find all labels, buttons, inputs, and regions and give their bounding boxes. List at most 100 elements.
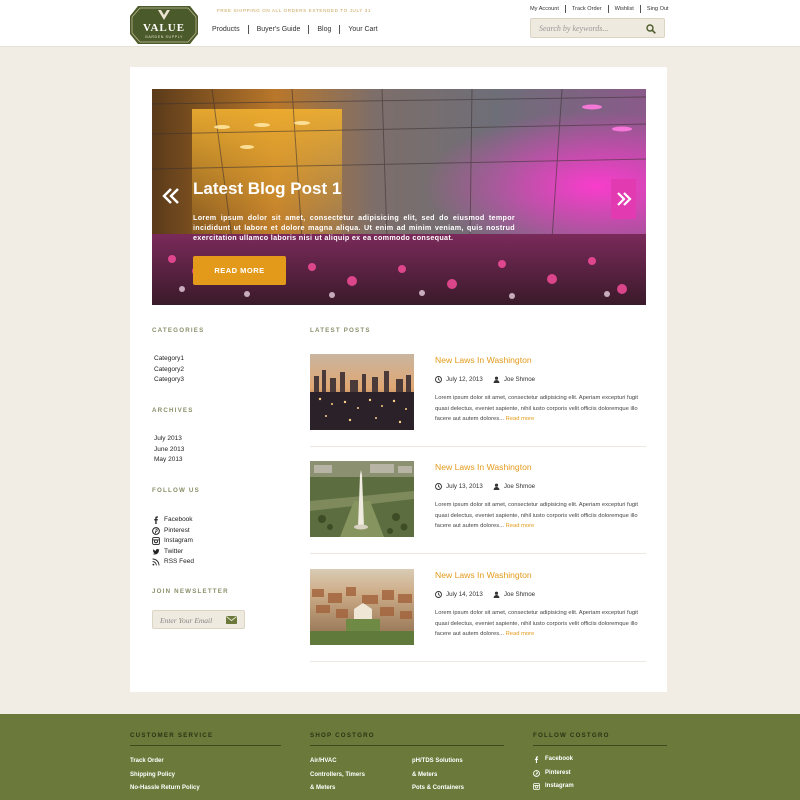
user-icon [493, 591, 500, 598]
footer-link[interactable]: Pots & Containers [412, 782, 464, 796]
archive-item[interactable]: July 2013 [154, 434, 184, 445]
archive-list: July 2013 June 2013 May 2013 [154, 434, 184, 466]
nav-products[interactable]: Products [212, 26, 240, 33]
logo-text: VALUE [143, 22, 185, 34]
nav-your-cart[interactable]: Your Cart [348, 26, 377, 33]
read-more-button[interactable]: READ MORE [193, 256, 286, 285]
category-item[interactable]: Category3 [154, 375, 184, 386]
read-more-link[interactable]: Read more [506, 416, 535, 422]
logo[interactable]: VALUE GARDEN SUPPLY [130, 6, 198, 44]
social-instagram-link[interactable]: Instagram [152, 536, 194, 547]
nav-buyers-guide[interactable]: Buyer's Guide [257, 26, 301, 33]
social-label: Pinterest [164, 526, 190, 534]
main-nav: Products Buyer's Guide Blog Your Cart [212, 25, 378, 34]
post-item: New Laws In Washington July 12, 2013 Joe… [310, 354, 646, 444]
latest-posts-title: LATEST POSTS [310, 327, 371, 334]
instagram-icon [533, 783, 540, 791]
track-order-link[interactable]: Track Order [572, 6, 602, 12]
footer-divider [533, 745, 667, 746]
nav-divider [639, 5, 641, 13]
post-author[interactable]: Joe Shmoe [504, 376, 535, 383]
post-excerpt-text: Lorem ipsum dolor sit amet, consectetur … [435, 395, 638, 423]
nav-divider [247, 25, 249, 34]
site-header: VALUE GARDEN SUPPLY FREE SHIPPING ON ALL… [0, 0, 800, 47]
footer-facebook-link[interactable]: Facebook [533, 753, 574, 767]
archive-item[interactable]: June 2013 [154, 445, 184, 456]
post-excerpt: Lorem ipsum dolor sit amet, consectetur … [435, 608, 643, 640]
follow-us-title: FOLLOW US [152, 487, 200, 494]
post-title[interactable]: New Laws In Washington [435, 570, 532, 580]
chevron-right-icon [617, 192, 632, 206]
post-author[interactable]: Joe Shmoe [504, 591, 535, 598]
post-date: July 14, 2013 [446, 591, 483, 598]
nav-divider [564, 5, 566, 13]
footer-link[interactable]: & Meters [310, 782, 365, 796]
category-item[interactable]: Category1 [154, 354, 184, 365]
footer-social-label: Instagram [545, 783, 574, 789]
categories-title: CATEGORIES [152, 327, 205, 334]
instagram-icon [152, 537, 160, 546]
facebook-icon [534, 756, 539, 764]
search-input[interactable] [539, 22, 644, 35]
logo-subtext: GARDEN SUPPLY [145, 35, 183, 39]
newsletter-title: JOIN NEWSLETTER [152, 588, 229, 595]
clock-icon [435, 591, 442, 598]
social-facebook-link[interactable]: Facebook [152, 515, 194, 526]
pinterest-icon [152, 526, 160, 535]
post-excerpt: Lorem ipsum dolor sit amet, consectetur … [435, 500, 643, 532]
post-meta: July 13, 2013 Joe Shmoe [435, 483, 535, 490]
footer-link[interactable]: Air/HVAC [310, 755, 365, 769]
post-title[interactable]: New Laws In Washington [435, 462, 532, 472]
post-author[interactable]: Joe Shmoe [504, 483, 535, 490]
social-pinterest-link[interactable]: Pinterest [152, 526, 194, 537]
post-thumbnail[interactable] [310, 461, 414, 537]
newsletter-form [152, 610, 245, 629]
post-thumbnail[interactable] [310, 569, 414, 645]
post-excerpt: Lorem ipsum dolor sit amet, consectetur … [435, 393, 643, 425]
chevron-left-icon [162, 188, 179, 204]
social-label: Instagram [164, 537, 193, 544]
my-account-link[interactable]: My Account [530, 6, 559, 12]
shop-list-2: pH/TDS Solutions & Meters Pots & Contain… [412, 755, 464, 796]
slider-prev-button[interactable] [160, 185, 182, 207]
site-footer: CUSTOMER SERVICE Track Order Shipping Po… [0, 714, 800, 800]
search-box [530, 18, 665, 38]
user-icon [493, 483, 500, 490]
footer-divider [310, 745, 504, 746]
read-more-link[interactable]: Read more [506, 631, 535, 637]
footer-link[interactable]: Track Order [130, 755, 200, 769]
post-title[interactable]: New Laws In Washington [435, 355, 532, 365]
nav-blog[interactable]: Blog [317, 26, 331, 33]
footer-pinterest-link[interactable]: Pinterest [533, 767, 574, 781]
pinterest-icon [533, 769, 540, 777]
post-item: New Laws In Washington July 13, 2013 Joe… [310, 461, 646, 551]
slider-next-button[interactable] [611, 179, 636, 219]
nav-divider [308, 25, 310, 34]
footer-link[interactable]: pH/TDS Solutions [412, 755, 464, 769]
envelope-icon[interactable] [226, 616, 237, 624]
customer-service-title: CUSTOMER SERVICE [130, 732, 214, 739]
archive-item[interactable]: May 2013 [154, 455, 184, 466]
social-rss-link[interactable]: RSS Feed [152, 557, 194, 568]
post-item: New Laws In Washington July 14, 2013 Joe… [310, 569, 646, 659]
post-thumbnail[interactable] [310, 354, 414, 430]
search-icon[interactable] [646, 24, 656, 34]
footer-link[interactable]: Shipping Policy [130, 769, 200, 783]
sign-out-link[interactable]: Sing Out [647, 6, 669, 12]
wishlist-link[interactable]: Wishlist [615, 6, 634, 12]
social-label: Twitter [164, 547, 184, 555]
newsletter-email-input[interactable] [160, 614, 224, 626]
social-label: Facebook [164, 516, 193, 523]
category-item[interactable]: Category2 [154, 365, 184, 376]
footer-link[interactable]: & Meters [412, 769, 464, 783]
post-date: July 13, 2013 [446, 483, 483, 490]
user-icon [493, 376, 500, 383]
post-divider [310, 446, 646, 447]
footer-link[interactable]: No-Hassle Return Policy [130, 782, 200, 796]
social-twitter-link[interactable]: Twitter [152, 547, 194, 558]
facebook-icon [154, 516, 158, 525]
footer-instagram-link[interactable]: Instagram [533, 780, 574, 794]
read-more-link[interactable]: Read more [506, 523, 535, 529]
footer-link[interactable]: Controllers, Timers [310, 769, 365, 783]
post-divider [310, 553, 646, 554]
